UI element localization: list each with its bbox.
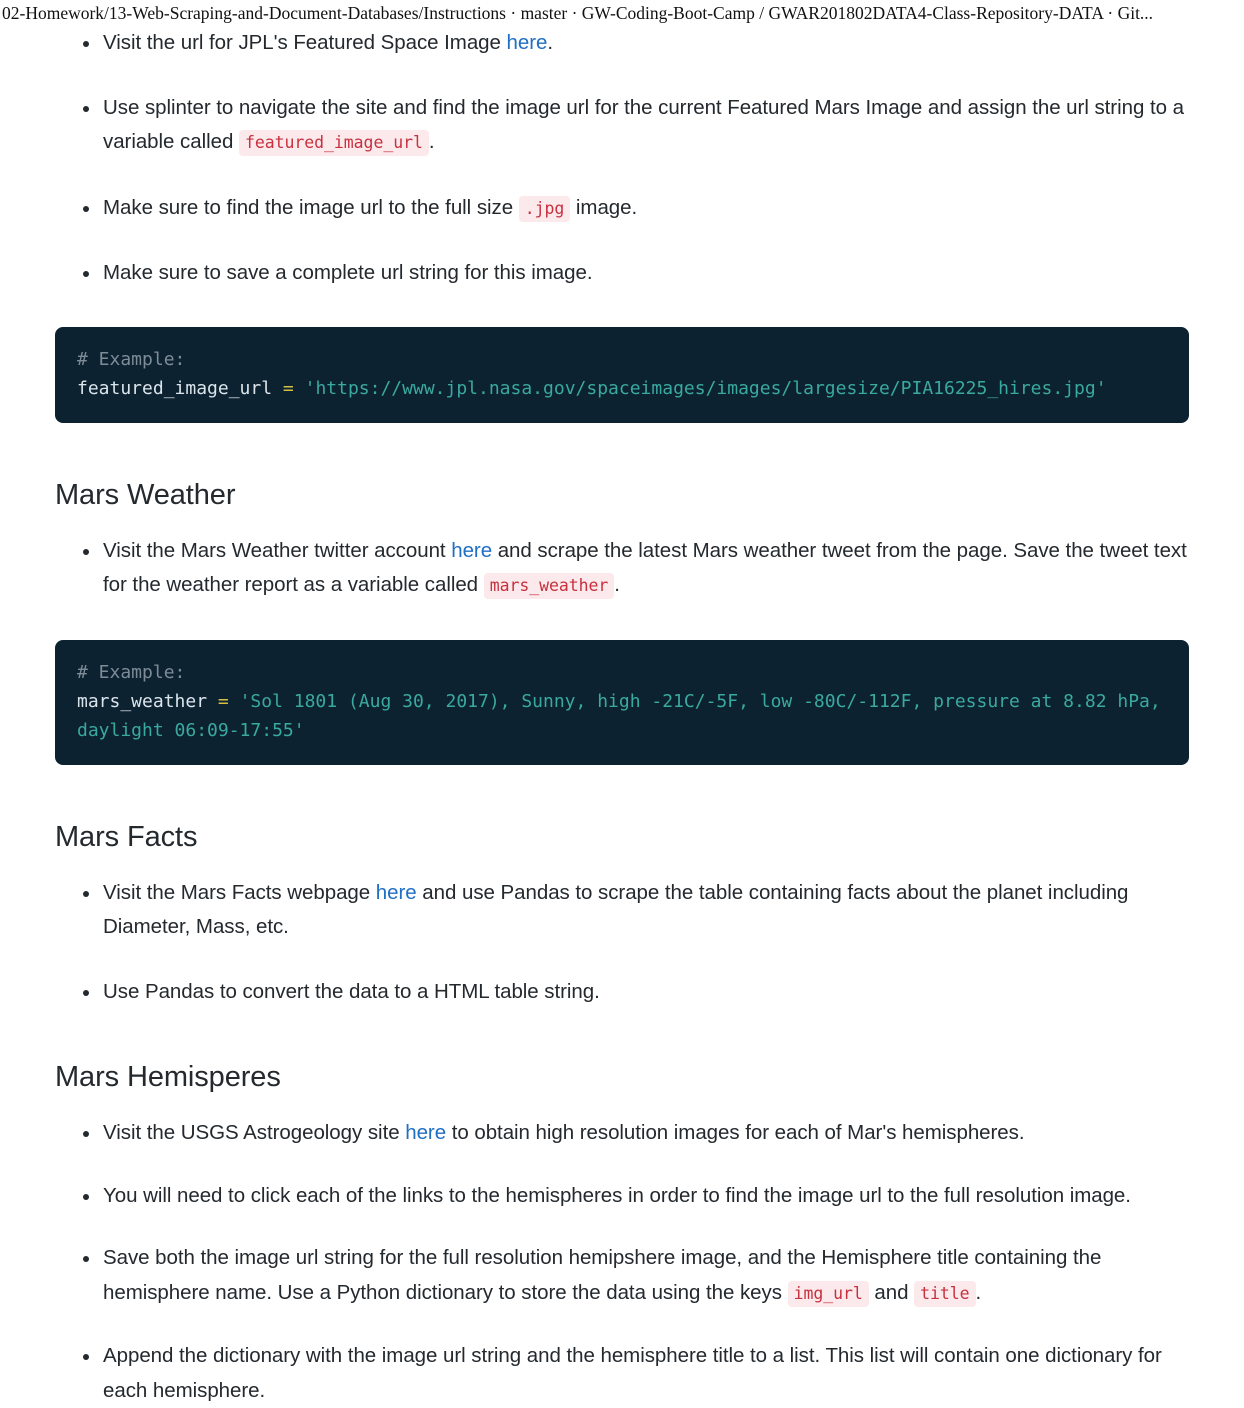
section-heading-mars-weather: Mars Weather [55, 478, 236, 511]
code-comment: # Example: [77, 661, 186, 683]
list-item: Visit the USGS Astrogeology site here to… [55, 1116, 1189, 1151]
here-link[interactable]: here [507, 31, 548, 54]
code-variable: featured_image_url [77, 377, 273, 399]
section-heading-mars-hemispheres: Mars Hemisperes [55, 1061, 281, 1093]
list-item: Visit the url for JPL's Featured Space I… [55, 26, 1189, 61]
bullet-text-tail: . [975, 1280, 982, 1304]
window-title-bar: 02-Homework/13-Web-Scraping-and-Document… [0, 0, 1244, 26]
mars-facts-bullet-list: Visit the Mars Facts webpage here and us… [55, 876, 1189, 1010]
bullet-text: Append the dictionary with the image url… [103, 1344, 1162, 1402]
list-item: Visit the Mars Weather twitter account h… [55, 534, 1189, 604]
bullet-text-tail: to obtain high resolution images for eac… [446, 1121, 1025, 1144]
inline-code-title: title [914, 1280, 976, 1307]
inline-code-mars-weather: mars_weather [483, 573, 615, 599]
bullet-text: Make sure to save a complete url string … [103, 261, 593, 284]
code-block-mars-weather: # Example: mars_weather = 'Sol 1801 (Aug… [55, 639, 1189, 765]
code-comment: # Example: [77, 348, 186, 370]
bullet-text-tail: image. [570, 195, 638, 219]
bullet-text-tail: . [547, 31, 554, 54]
bullet-text-mid: and [868, 1280, 915, 1304]
bullet-text: Visit the USGS Astrogeology site [103, 1121, 406, 1144]
list-item: Make sure to save a complete url string … [55, 256, 1189, 291]
code-operator: = [217, 690, 229, 712]
list-item: You will need to click each of the links… [55, 1179, 1189, 1214]
featured-image-bullet-list: Visit the url for JPL's Featured Space I… [55, 26, 1189, 291]
list-item: Save both the image url string for the f… [55, 1241, 1189, 1311]
here-link[interactable]: here [451, 539, 492, 562]
list-item: Use Pandas to convert the data to a HTML… [55, 975, 1189, 1010]
bullet-text-tail: . [428, 130, 435, 153]
here-link[interactable]: here [376, 881, 417, 904]
inline-code-featured-image-url: featured_image_url [238, 130, 429, 156]
code-operator: = [282, 377, 294, 399]
bullet-text: You will need to click each of the links… [103, 1183, 1131, 1207]
list-item: Use splinter to navigate the site and fi… [55, 91, 1189, 161]
window-title: 02-Homework/13-Web-Scraping-and-Document… [2, 3, 1154, 23]
list-item: Visit the Mars Facts webpage here and us… [55, 876, 1189, 945]
mars-hemispheres-bullet-list: Visit the USGS Astrogeology site here to… [55, 1116, 1189, 1408]
bullet-text: Visit the Mars Weather twitter account [103, 538, 452, 562]
code-variable: mars_weather [77, 690, 208, 712]
inline-code-img-url: img_url [787, 1280, 869, 1307]
list-item: Append the dictionary with the image url… [55, 1339, 1189, 1408]
bullet-text: Visit the url for JPL's Featured Space I… [103, 31, 507, 54]
mars-weather-bullet-list: Visit the Mars Weather twitter account h… [55, 534, 1189, 604]
bullet-text-tail: . [614, 573, 620, 596]
code-string-value: 'https://www.jpl.nasa.gov/spaceimages/im… [304, 377, 1107, 399]
bullet-text: Use Pandas to convert the data to a HTML… [103, 979, 600, 1003]
inline-code-jpg: .jpg [518, 195, 571, 222]
list-item: Make sure to find the image url to the f… [55, 191, 1189, 227]
document-body: Visit the url for JPL's Featured Space I… [0, 26, 1244, 1408]
code-string-value: 'Sol 1801 (Aug 30, 2017), Sunny, high -2… [77, 690, 1172, 741]
code-block-featured-image-url: # Example: featured_image_url = 'https:/… [55, 326, 1189, 423]
bullet-text: Visit the Mars Facts webpage [103, 880, 376, 904]
here-link[interactable]: here [405, 1121, 446, 1144]
bullet-text: Make sure to find the image url to the f… [103, 195, 519, 219]
section-heading-mars-facts: Mars Facts [55, 820, 198, 853]
